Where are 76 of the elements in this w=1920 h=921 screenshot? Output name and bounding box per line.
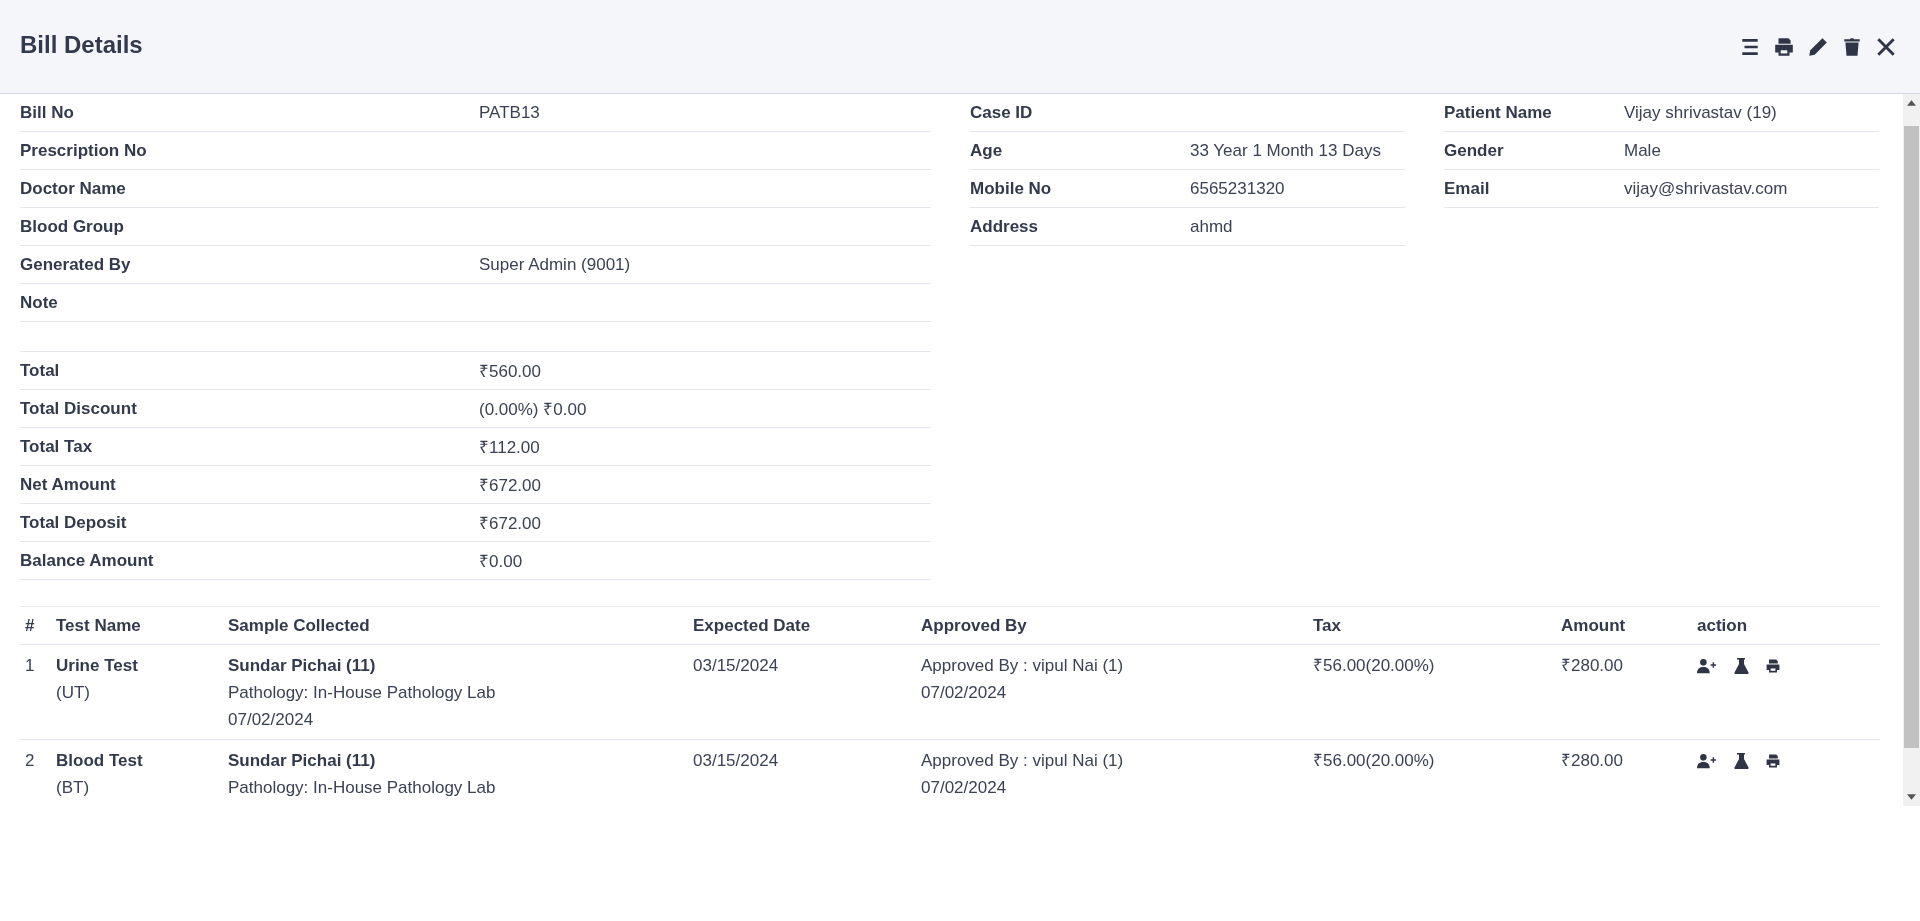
field-value: Vijay shrivastav (19) bbox=[1624, 102, 1777, 123]
print-icon[interactable] bbox=[1765, 657, 1781, 674]
tax-amount: ₹56.00(20.00%) bbox=[1313, 656, 1435, 675]
column-header: Amount bbox=[1561, 615, 1626, 635]
expected-date: 03/15/2024 bbox=[693, 751, 779, 770]
field-label: Balance Amount bbox=[20, 550, 155, 571]
field-label: Bill No bbox=[20, 102, 75, 123]
field-value: ₹112.00 bbox=[479, 437, 540, 458]
scroll-up-icon[interactable] bbox=[1907, 100, 1916, 106]
field-value: ₹0.00 bbox=[479, 551, 523, 572]
collector-name: Sundar Pichai (11) bbox=[228, 750, 377, 772]
field-label: Mobile No bbox=[970, 178, 1053, 199]
field-value: ahmd bbox=[1190, 216, 1233, 237]
print-icon[interactable] bbox=[1773, 35, 1795, 58]
column-header: Tax bbox=[1313, 615, 1342, 635]
field-value: 33 Year 1 Month 13 Days bbox=[1190, 140, 1381, 161]
trash-icon[interactable] bbox=[1841, 35, 1863, 58]
field-value: ₹672.00 bbox=[479, 513, 541, 534]
field-value: 6565231320 bbox=[1190, 178, 1285, 199]
field-value: PATB13 bbox=[479, 102, 540, 123]
field-label: Email bbox=[1444, 178, 1491, 199]
row-number: 2 bbox=[25, 751, 35, 770]
field-value: Male bbox=[1624, 140, 1661, 161]
field-label: Net Amount bbox=[20, 474, 117, 495]
test-code: (BT) bbox=[56, 777, 91, 799]
test-code: (UT) bbox=[56, 682, 91, 704]
field-label: Case ID bbox=[970, 102, 1034, 123]
tax-amount: ₹56.00(20.00%) bbox=[1313, 751, 1435, 770]
lab-name: Pathology: In-House Pathology Lab bbox=[228, 777, 497, 799]
field-label: Total Deposit bbox=[20, 512, 128, 533]
field-label: Total Tax bbox=[20, 436, 94, 457]
column-header: action bbox=[1697, 615, 1748, 635]
row-number: 1 bbox=[25, 656, 35, 675]
field-label: Generated By bbox=[20, 254, 132, 275]
lab-name: Pathology: In-House Pathology Lab bbox=[228, 682, 497, 704]
field-value: ₹560.00 bbox=[479, 361, 541, 382]
approved-date: 07/02/2024 bbox=[921, 777, 1008, 799]
amount: ₹280.00 bbox=[1561, 656, 1623, 675]
column-header: Expected Date bbox=[693, 615, 811, 635]
window-title: Bill Details bbox=[20, 30, 143, 59]
field-label: Gender bbox=[1444, 140, 1505, 161]
column-header: # bbox=[25, 615, 35, 635]
test-name: Urine Test bbox=[56, 655, 139, 677]
field-label: Prescription No bbox=[20, 140, 148, 161]
field-label: Address bbox=[970, 216, 1040, 237]
user-plus-icon[interactable] bbox=[1697, 752, 1717, 769]
scroll-down-icon[interactable] bbox=[1907, 794, 1916, 800]
print-icon[interactable] bbox=[1765, 752, 1781, 769]
amount: ₹280.00 bbox=[1561, 751, 1623, 770]
field-value: Super Admin (9001) bbox=[479, 254, 631, 275]
approved-date: 07/02/2024 bbox=[921, 682, 1008, 704]
column-header: Sample Collected bbox=[228, 615, 370, 635]
field-label: Total bbox=[20, 360, 61, 381]
column-header: Test Name bbox=[56, 615, 141, 635]
field-label: Total Discount bbox=[20, 398, 138, 419]
flask-icon[interactable] bbox=[1733, 752, 1749, 769]
test-name: Blood Test bbox=[56, 750, 144, 772]
approved-by: Approved By : vipul Nai (1) bbox=[921, 750, 1125, 772]
field-label: Age bbox=[970, 140, 1004, 161]
approved-by: Approved By : vipul Nai (1) bbox=[921, 655, 1125, 677]
flask-icon[interactable] bbox=[1733, 657, 1749, 674]
field-label: Blood Group bbox=[20, 216, 125, 237]
user-plus-icon[interactable] bbox=[1697, 657, 1717, 674]
field-label: Doctor Name bbox=[20, 178, 127, 199]
collector-name: Sundar Pichai (11) bbox=[228, 655, 377, 677]
field-value: vijay@shrivastav.com bbox=[1624, 178, 1788, 199]
scrollbar[interactable] bbox=[1903, 94, 1920, 806]
field-value: (0.00%) ₹0.00 bbox=[479, 399, 587, 420]
close-icon[interactable] bbox=[1875, 35, 1897, 58]
field-value: ₹672.00 bbox=[479, 475, 541, 496]
pencil-icon[interactable] bbox=[1807, 35, 1829, 58]
field-label: Patient Name bbox=[1444, 102, 1553, 123]
expected-date: 03/15/2024 bbox=[693, 656, 779, 675]
field-label: Note bbox=[20, 292, 59, 313]
collected-date: 07/02/2024 bbox=[228, 709, 315, 731]
column-header: Approved By bbox=[921, 615, 1027, 635]
